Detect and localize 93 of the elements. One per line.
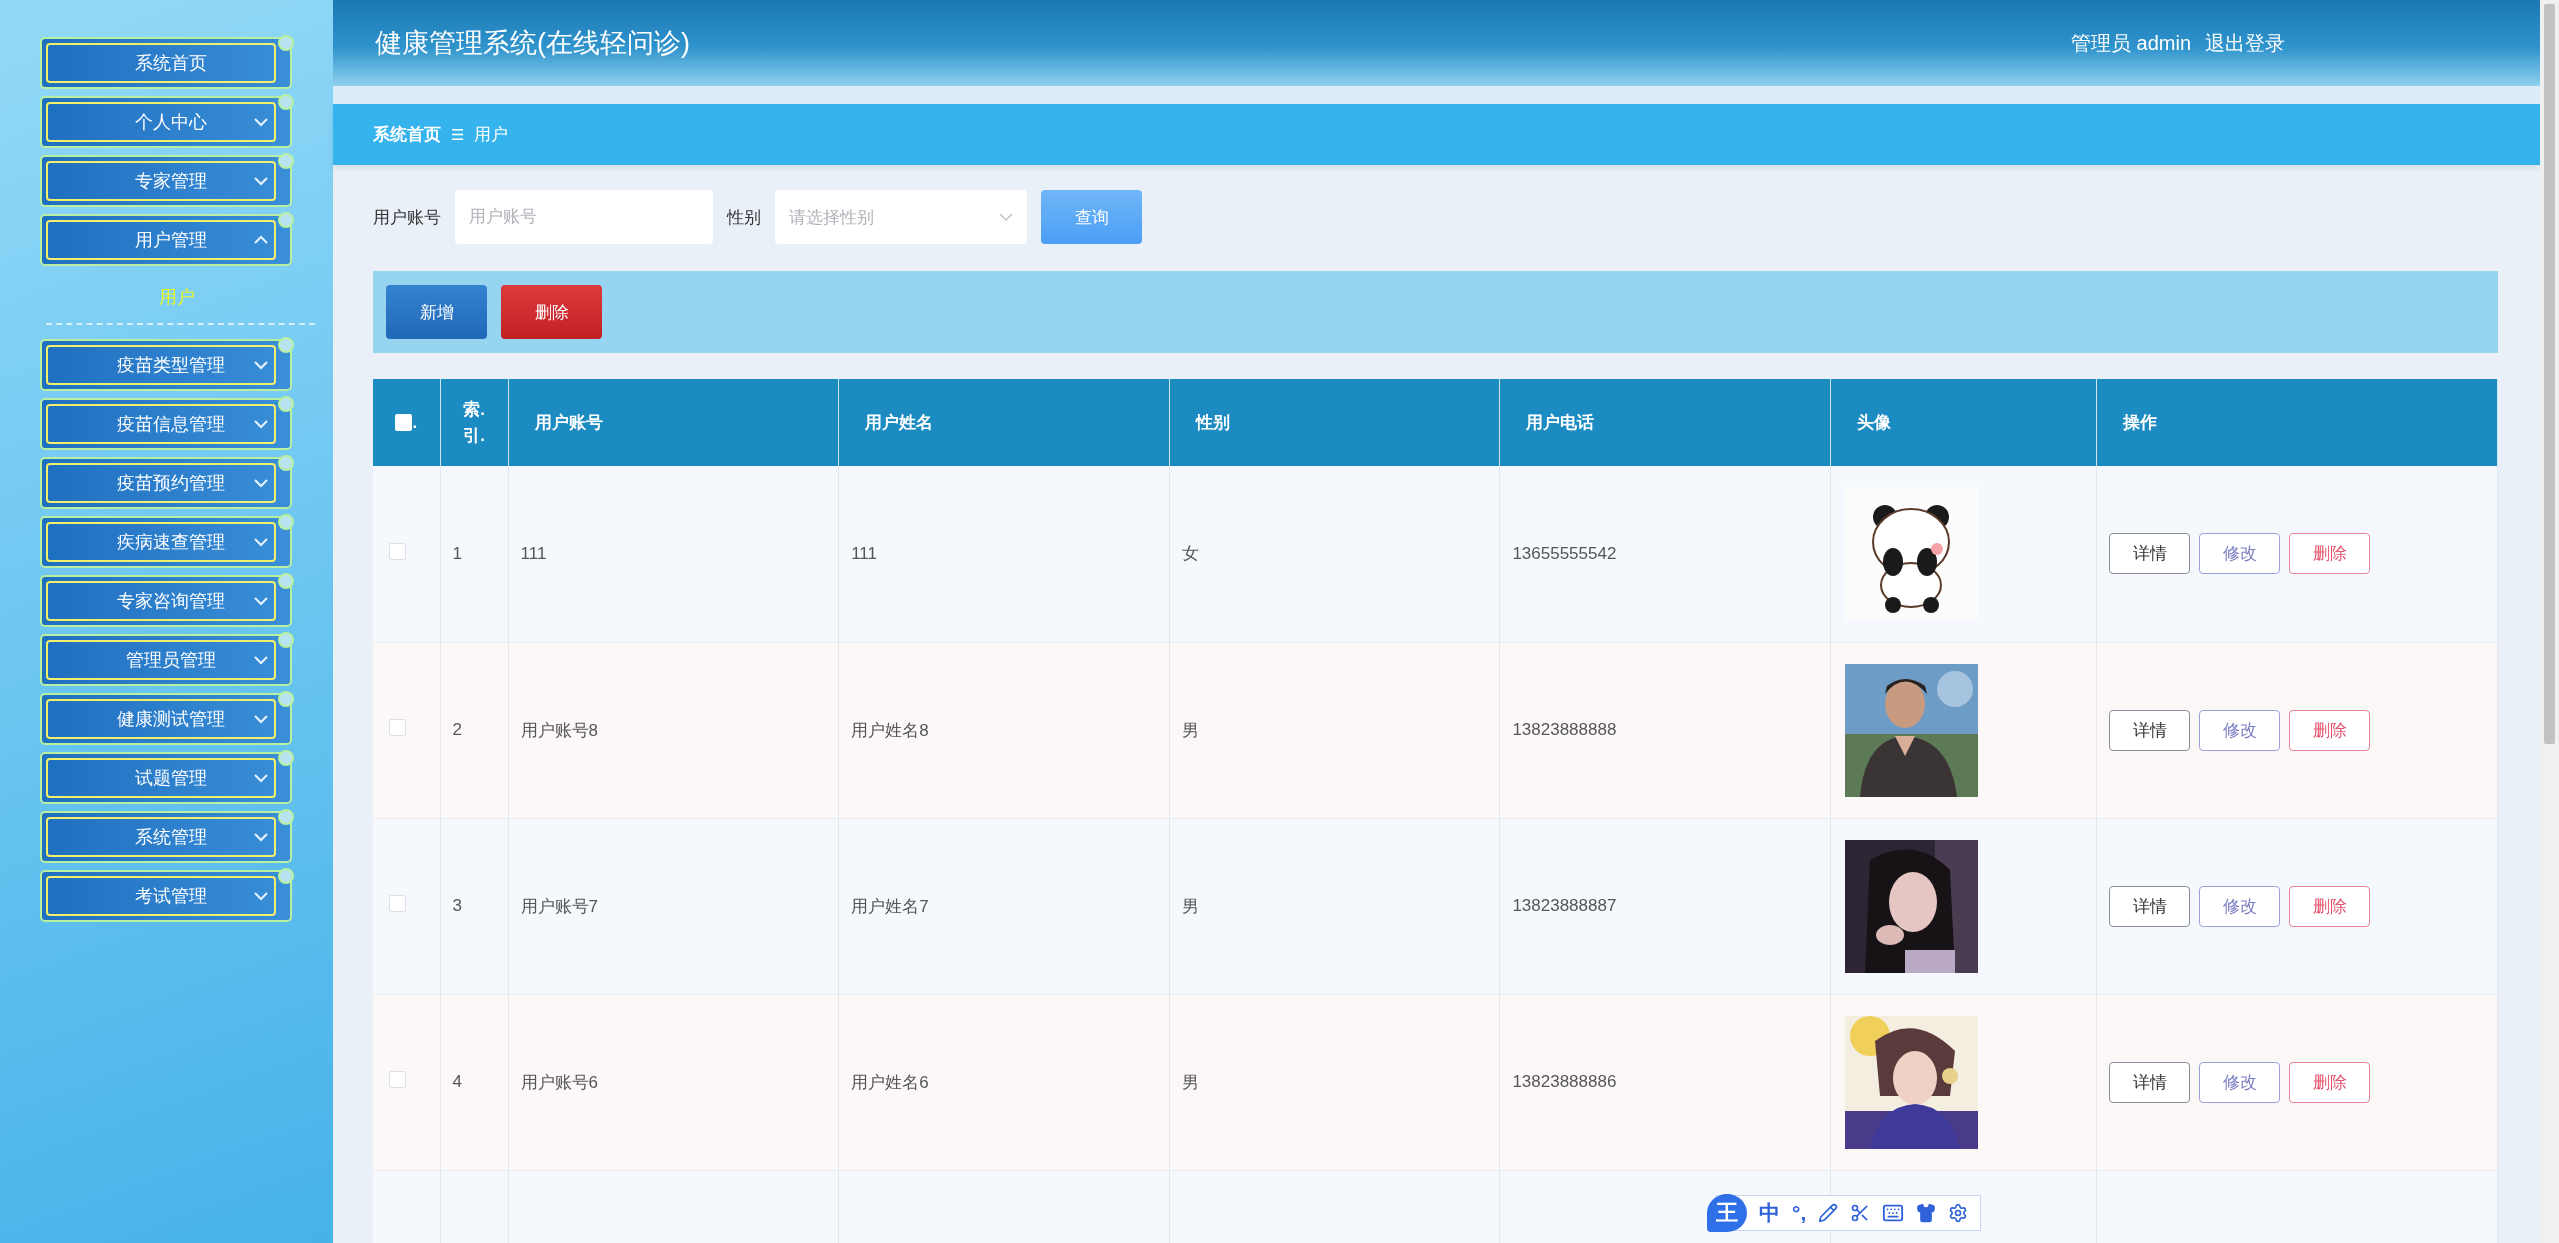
menu-item[interactable]: 疫苗信息管理 <box>40 398 292 450</box>
gender-select[interactable]: 请选择性别 <box>775 190 1027 244</box>
field-label: 用户账号 <box>373 206 441 229</box>
column-header: 性别 <box>1195 413 1230 432</box>
delete-button[interactable]: 删除 <box>2289 709 2370 751</box>
menu-item[interactable]: 疫苗类型管理 <box>40 339 292 391</box>
account-cell: 用户账号6 <box>520 1072 598 1092</box>
row-checkbox[interactable] <box>389 1071 406 1088</box>
chevron-down-icon <box>254 476 268 490</box>
breadcrumb-link[interactable]: 用户 <box>474 123 509 146</box>
ime-logo[interactable]: 王 <box>1707 1194 1747 1232</box>
chevron-down-icon <box>254 889 268 903</box>
pencil-icon[interactable] <box>1818 1203 1839 1223</box>
gender-cell: 男 <box>1181 1072 1199 1092</box>
app-title: 健康管理系统(在线轻问诊) <box>375 27 690 60</box>
delete-button[interactable]: 删除 <box>2289 885 2370 927</box>
chevron-down-icon <box>254 174 268 188</box>
details-button[interactable]: 详情 <box>2109 885 2190 927</box>
menu-item[interactable]: 考试管理 <box>40 870 292 922</box>
name-cell: 用户姓名6 <box>851 1072 929 1092</box>
details-button[interactable]: 详情 <box>2109 1061 2190 1103</box>
ime-punctuation[interactable]: °, <box>1792 1201 1807 1225</box>
name-cell: 111 <box>851 543 877 563</box>
edit-button[interactable]: 修改 <box>2199 1061 2280 1103</box>
chevron-down-icon <box>254 358 268 372</box>
name-cell: 用户姓名7 <box>851 896 929 916</box>
search-button[interactable]: 查询 <box>1041 190 1142 244</box>
phone-cell: 13823888886 <box>1512 1072 1617 1091</box>
menu-item[interactable]: 专家咨询管理 <box>40 575 292 627</box>
details-button[interactable]: 详情 <box>2109 533 2190 575</box>
logout-link[interactable]: 退出登录 <box>2205 29 2285 57</box>
column-header: 操作 <box>2123 413 2157 432</box>
menu-item[interactable]: 试题管理 <box>40 752 292 804</box>
gender-cell: 女 <box>1181 544 1199 564</box>
shirt-icon[interactable] <box>1916 1203 1937 1223</box>
header-label: . <box>412 412 418 432</box>
phone-cell: 13823888888 <box>1512 720 1617 739</box>
phone-cell: 13823888887 <box>1512 896 1617 915</box>
chevron-down-icon <box>254 417 268 431</box>
delete-button[interactable]: 删除 <box>2289 1061 2370 1103</box>
scrollbar-thumb[interactable] <box>2544 4 2555 744</box>
chevron-down-icon <box>254 594 268 608</box>
menu-item[interactable]: 管理员管理 <box>40 634 292 686</box>
row-checkbox[interactable] <box>389 895 406 912</box>
chevron-down-icon <box>254 830 268 844</box>
ime-mode[interactable]: 中 <box>1759 1199 1780 1227</box>
delete-button[interactable]: 删除 <box>2289 533 2370 575</box>
menu-item[interactable]: 疾病速查管理 <box>40 516 292 568</box>
edit-button[interactable]: 修改 <box>2199 709 2280 751</box>
edit-button[interactable]: 修改 <box>2199 533 2280 575</box>
chevron-down-icon <box>254 771 268 785</box>
add-button[interactable]: 新增 <box>386 285 487 339</box>
row-checkbox[interactable] <box>389 542 406 560</box>
menu-item[interactable]: 系统管理 <box>40 811 292 863</box>
index-cell: 4 <box>452 1072 462 1091</box>
field-label: 性别 <box>727 206 761 229</box>
index-cell: 1 <box>452 543 462 563</box>
chevron-down-icon <box>254 535 268 549</box>
column-header: 用户电话 <box>1526 413 1595 432</box>
gender-cell: 男 <box>1181 720 1199 740</box>
edit-button[interactable]: 修改 <box>2199 885 2280 927</box>
details-button[interactable]: 详情 <box>2109 709 2190 751</box>
breadcrumb-link[interactable]: 系统首页 <box>373 123 441 146</box>
account-cell: 111 <box>520 543 547 563</box>
account-cell: 用户账号8 <box>520 720 598 740</box>
name-cell: 用户姓名8 <box>851 720 929 740</box>
account-cell: 用户账号7 <box>520 896 598 916</box>
select-all-checkbox[interactable] <box>395 414 413 431</box>
column-header: 头像 <box>1857 413 1891 432</box>
row-checkbox[interactable] <box>389 719 406 736</box>
chevron-down-icon <box>999 212 1013 222</box>
delete-button[interactable]: 删除 <box>501 285 602 339</box>
chevron-down-icon <box>254 115 268 129</box>
chevron-down-icon <box>254 712 268 726</box>
menu-item[interactable]: 系统首页 <box>40 37 292 89</box>
menu-item[interactable]: 个人中心 <box>40 96 292 148</box>
column-header: 用户账号 <box>534 413 603 432</box>
menu-item[interactable]: 专家管理 <box>40 155 292 207</box>
gender-cell: 男 <box>1181 896 1199 916</box>
column-header: 用户姓名 <box>865 413 934 432</box>
chevron-down-icon <box>254 653 268 667</box>
menu-item[interactable]: 用户管理 <box>40 214 292 266</box>
user-label: 管理员 admin <box>2070 30 2191 56</box>
menu-item[interactable]: 疫苗预约管理 <box>40 457 292 509</box>
breadcrumb-separator: ☰ <box>451 125 465 144</box>
column-header: 索.引. <box>463 400 485 445</box>
index-cell: 3 <box>452 896 462 915</box>
index-cell: 2 <box>452 720 462 739</box>
phone-cell: 13655555542 <box>1512 543 1617 563</box>
keyboard-icon[interactable] <box>1882 1202 1905 1224</box>
menu-item[interactable]: 健康测试管理 <box>40 693 292 745</box>
account-input[interactable]: 用户账号 <box>455 190 713 244</box>
settings-icon[interactable] <box>1948 1203 1969 1223</box>
